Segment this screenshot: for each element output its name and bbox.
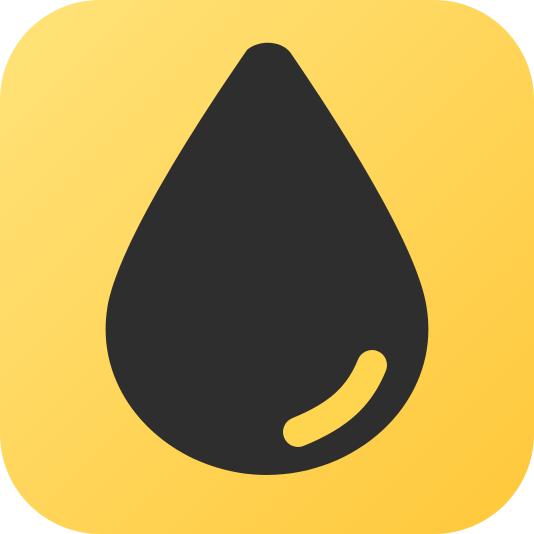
app-icon[interactable] — [0, 0, 534, 534]
app-icon-stage — [0, 0, 534, 534]
